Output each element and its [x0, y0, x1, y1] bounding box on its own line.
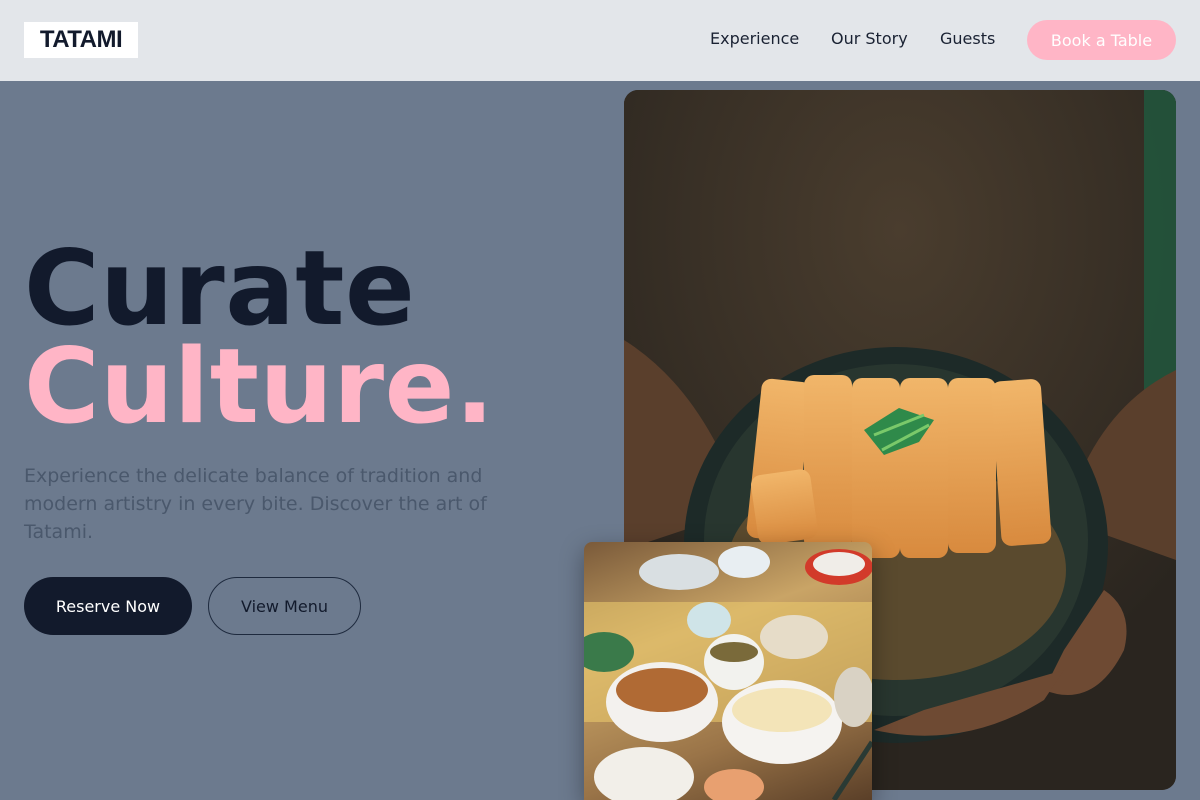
hero-subtitle: Experience the delicate balance of tradi…: [24, 465, 487, 543]
book-table-button[interactable]: Book a Table: [1027, 20, 1176, 60]
reserve-now-button[interactable]: Reserve Now: [24, 577, 192, 635]
navbar: TATAMI Experience Our Story Guests Book …: [0, 0, 1200, 81]
hero-title-line1: Curate: [24, 229, 416, 349]
view-menu-button[interactable]: View Menu: [208, 577, 361, 635]
japanese-table-spread-photo: [584, 542, 872, 800]
hero-title-line2: Culture.: [24, 327, 495, 447]
nav-link-experience[interactable]: Experience: [710, 29, 799, 48]
logo[interactable]: TATAMI: [24, 22, 138, 58]
nav-link-guests[interactable]: Guests: [940, 29, 995, 48]
nav-link-our-story[interactable]: Our Story: [831, 29, 908, 48]
